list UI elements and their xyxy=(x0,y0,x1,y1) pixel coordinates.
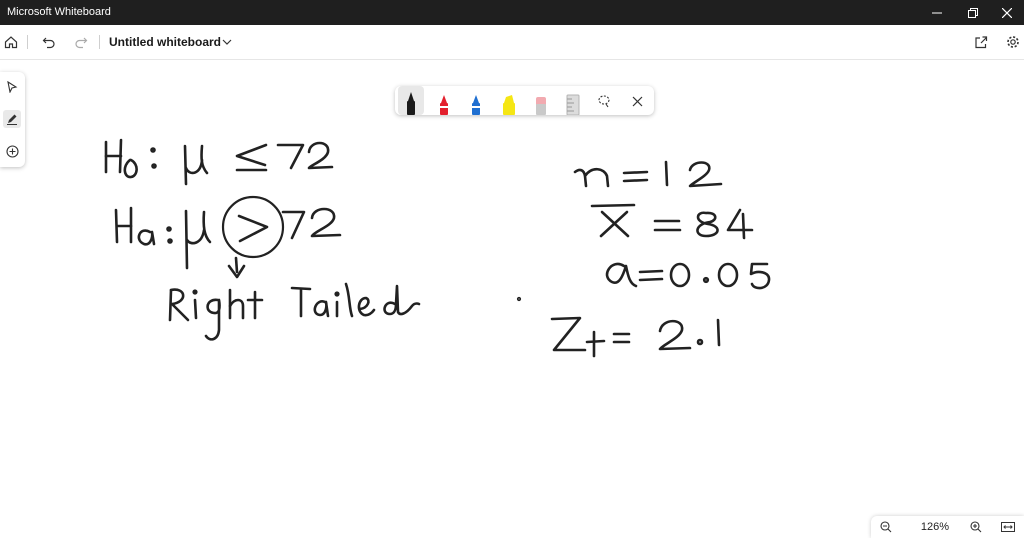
ink-sample-size xyxy=(573,160,723,188)
chevron-down-icon xyxy=(222,39,232,45)
ink-significance-level xyxy=(605,262,771,290)
app-bar: Untitled whiteboard xyxy=(0,25,1024,60)
undo-button[interactable] xyxy=(40,33,58,51)
close-icon xyxy=(1002,7,1012,18)
fit-to-screen-icon xyxy=(1001,522,1015,532)
ink-dot xyxy=(516,296,522,302)
undo-icon xyxy=(42,37,55,49)
close-window-button[interactable] xyxy=(990,0,1024,25)
divider xyxy=(27,35,28,49)
zoom-controls: 126% xyxy=(871,516,1024,538)
home-button[interactable] xyxy=(2,33,20,51)
settings-button[interactable] xyxy=(1004,33,1022,51)
zoom-out-button[interactable] xyxy=(879,520,893,534)
ink-right-tailed xyxy=(168,282,421,341)
minimize-icon xyxy=(932,12,942,13)
restore-icon xyxy=(968,7,978,18)
zoom-in-button[interactable] xyxy=(969,520,983,534)
share-button[interactable] xyxy=(972,33,990,51)
ink-critical-value xyxy=(550,316,721,358)
settings-icon xyxy=(1007,36,1019,48)
divider xyxy=(99,35,100,49)
redo-icon xyxy=(75,37,88,49)
ink-alternative-hypothesis xyxy=(114,195,342,279)
zoom-out-icon xyxy=(880,521,892,533)
ink-sample-mean xyxy=(590,203,754,240)
title-dropdown-button[interactable] xyxy=(220,35,234,49)
window-title: Microsoft Whiteboard xyxy=(7,6,111,18)
title-bar: Microsoft Whiteboard xyxy=(0,0,1024,25)
fit-to-screen-button[interactable] xyxy=(1000,520,1016,534)
zoom-in-icon xyxy=(970,521,982,533)
restore-button[interactable] xyxy=(956,0,990,25)
share-icon xyxy=(975,36,988,49)
whiteboard-canvas[interactable] xyxy=(0,60,1024,538)
ink-null-hypothesis xyxy=(104,138,334,186)
zoom-level: 126% xyxy=(920,521,950,533)
minimize-button[interactable] xyxy=(920,0,954,25)
redo-button[interactable] xyxy=(72,33,90,51)
document-title[interactable]: Untitled whiteboard xyxy=(109,35,221,49)
home-icon xyxy=(4,36,18,49)
